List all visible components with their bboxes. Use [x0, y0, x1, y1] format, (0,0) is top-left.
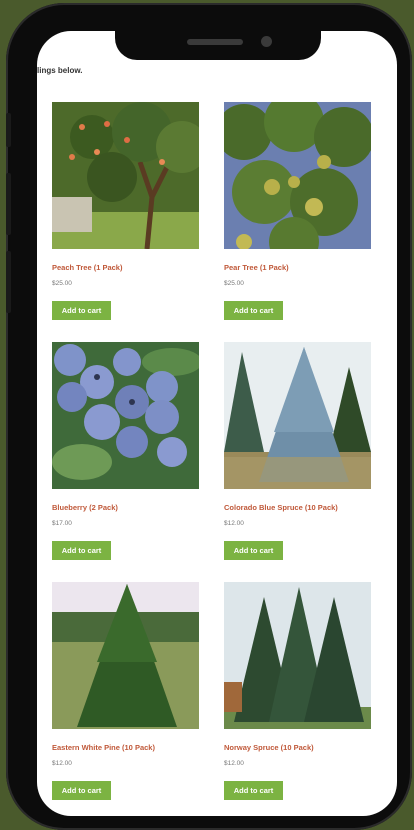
product-title[interactable]: Peach Tree (1 Pack): [52, 263, 199, 272]
add-to-cart-button[interactable]: Add to cart: [52, 301, 111, 320]
product-title[interactable]: Colorado Blue Spruce (10 Pack): [224, 503, 371, 512]
front-camera: [261, 36, 272, 47]
product-price: $12.00: [52, 760, 72, 767]
peach-tree-photo[interactable]: [52, 102, 199, 249]
notch: [115, 23, 321, 60]
product-price: $12.00: [224, 520, 244, 527]
intro-text: lings below.: [37, 66, 83, 75]
product-card: Norway Spruce (10 Pack) $12.00 Add to ca…: [224, 582, 371, 800]
add-to-cart-button[interactable]: Add to cart: [224, 301, 283, 320]
speaker: [187, 39, 243, 45]
phone-frame: lings below. Peach Tree (1 Pack) $25.00 …: [6, 3, 412, 830]
product-card: Eastern White Pine (10 Pack) $12.00 Add …: [52, 582, 199, 800]
blue-spruce-photo[interactable]: [224, 342, 371, 489]
add-to-cart-button[interactable]: Add to cart: [224, 541, 283, 560]
product-price: $12.00: [224, 760, 244, 767]
product-title[interactable]: Blueberry (2 Pack): [52, 503, 199, 512]
mute-switch: [6, 113, 11, 147]
product-title[interactable]: Pear Tree (1 Pack): [224, 263, 371, 272]
product-card: Peach Tree (1 Pack) $25.00 Add to cart: [52, 102, 199, 320]
add-to-cart-button[interactable]: Add to cart: [52, 781, 111, 800]
product-price: $17.00: [52, 520, 72, 527]
volume-down-button: [6, 251, 11, 313]
blueberry-photo[interactable]: [52, 342, 199, 489]
screen: lings below. Peach Tree (1 Pack) $25.00 …: [37, 31, 397, 816]
product-card: Blueberry (2 Pack) $17.00 Add to cart: [52, 342, 199, 560]
product-title[interactable]: Eastern White Pine (10 Pack): [52, 743, 199, 752]
white-pine-photo[interactable]: [52, 582, 199, 729]
product-price: $25.00: [224, 280, 244, 287]
product-title[interactable]: Norway Spruce (10 Pack): [224, 743, 371, 752]
norway-spruce-photo[interactable]: [224, 582, 371, 729]
volume-up-button: [6, 173, 11, 235]
product-card: Colorado Blue Spruce (10 Pack) $12.00 Ad…: [224, 342, 371, 560]
product-price: $25.00: [52, 280, 72, 287]
pear-tree-photo[interactable]: [224, 102, 371, 249]
add-to-cart-button[interactable]: Add to cart: [224, 781, 283, 800]
product-card: Pear Tree (1 Pack) $25.00 Add to cart: [224, 102, 371, 320]
add-to-cart-button[interactable]: Add to cart: [52, 541, 111, 560]
